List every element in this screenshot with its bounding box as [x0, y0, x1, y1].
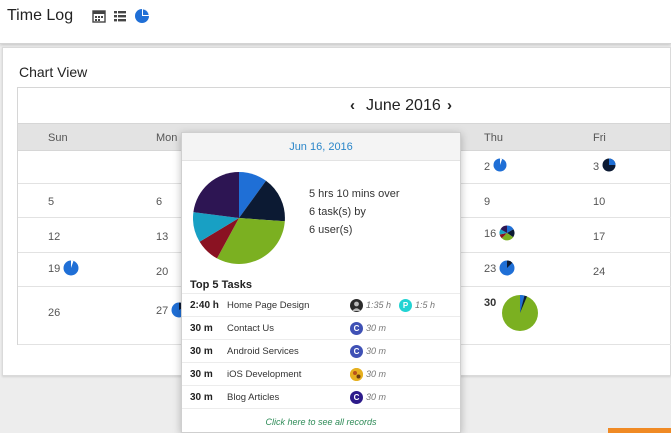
task-row[interactable]: 30 m Contact Us C 30 m	[182, 316, 460, 339]
day-cell[interactable]: 9	[484, 196, 490, 208]
user-avatar	[350, 299, 363, 312]
task-duration: 2:40 h	[190, 300, 219, 311]
day-cell[interactable]: 23	[484, 263, 496, 275]
pie-chart-icon[interactable]	[134, 8, 150, 24]
popup-summary: 5 hrs 10 mins over 6 task(s) by 6 user(s…	[309, 185, 399, 239]
see-all-records-link[interactable]: Click here to see all records	[182, 417, 460, 427]
user-time: 30 m	[366, 392, 387, 402]
day-cell[interactable]: 3	[593, 161, 599, 173]
weekday-sun: Sun	[48, 132, 68, 144]
app-title: Time Log	[7, 7, 74, 24]
calendar-header: ‹ June 2016 ›	[17, 87, 671, 123]
user-time: 30 m	[366, 323, 387, 333]
day-cell[interactable]: 17	[593, 231, 605, 243]
day-pie-chart[interactable]	[493, 158, 507, 172]
divider	[182, 408, 460, 409]
day-cell[interactable]: 10	[593, 196, 605, 208]
month-label: June 2016	[366, 97, 441, 114]
day-cell[interactable]: 2	[484, 161, 490, 173]
user-avatar: C	[350, 345, 363, 358]
day-pie-chart[interactable]	[501, 294, 539, 332]
day-cell[interactable]: 16	[484, 228, 496, 240]
summary-users: 6 user(s)	[309, 224, 353, 236]
user-avatar: C	[350, 391, 363, 404]
task-duration: 30 m	[190, 346, 213, 357]
day-cell[interactable]: 30	[484, 297, 496, 309]
user-avatar: C	[350, 322, 363, 335]
day-cell[interactable]: 12	[48, 231, 60, 243]
popup-date: Jun 16, 2016	[182, 133, 460, 161]
task-row[interactable]: 2:40 h Home Page Design 1:35 h P 1:5 h	[182, 293, 460, 316]
next-month-button[interactable]: ›	[447, 97, 452, 114]
summary-tasks: 6 task(s) by	[309, 206, 366, 218]
day-cell[interactable]: 26	[48, 307, 60, 319]
card-title: Chart View	[19, 64, 88, 80]
task-row[interactable]: 30 m iOS Development 30 m	[182, 362, 460, 385]
user-time: 30 m	[366, 346, 387, 356]
task-duration: 30 m	[190, 392, 213, 403]
user-time: 30 m	[366, 369, 387, 379]
task-row[interactable]: 30 m Blog Articles C 30 m	[182, 385, 460, 408]
day-cell[interactable]: 24	[593, 266, 605, 278]
day-cell[interactable]: 13	[156, 231, 168, 243]
prev-month-button[interactable]: ‹	[350, 97, 355, 114]
summary-hours: 5 hrs 10 mins over	[309, 188, 400, 200]
top-bar: Time Log	[0, 0, 671, 44]
day-cell[interactable]: 27	[156, 305, 168, 317]
list-icon[interactable]	[113, 9, 127, 23]
task-name: Blog Articles	[227, 392, 280, 403]
day-pie-chart[interactable]	[602, 158, 616, 172]
calendar-icon[interactable]	[92, 9, 106, 23]
day-cell[interactable]: 19	[48, 263, 60, 275]
task-name: Android Services	[227, 346, 299, 357]
top-tasks-title: Top 5 Tasks	[190, 279, 252, 291]
task-duration: 30 m	[190, 323, 213, 334]
day-pie-chart[interactable]	[499, 225, 515, 241]
weekday-mon: Mon	[156, 132, 178, 144]
day-cell[interactable]: 20	[156, 266, 168, 278]
day-pie-chart[interactable]	[63, 260, 79, 276]
day-pie-chart[interactable]	[499, 260, 515, 276]
user-time: 1:5 h	[415, 300, 436, 310]
weekday-thu: Thu	[484, 132, 503, 144]
day-cell[interactable]: 6	[156, 196, 162, 208]
task-duration: 30 m	[190, 369, 213, 380]
task-name: Home Page Design	[227, 300, 310, 311]
day-detail-popup: Jun 16, 2016 5 hrs 10 mins over 6 task(s…	[181, 132, 461, 433]
weekday-fri: Fri	[593, 132, 606, 144]
user-time: 1:35 h	[366, 300, 392, 310]
user-avatar: P	[399, 299, 412, 312]
day-cell[interactable]: 5	[48, 196, 54, 208]
task-name: iOS Development	[227, 369, 302, 380]
day-pie-chart-large	[193, 172, 285, 264]
user-avatar	[350, 368, 363, 381]
orange-footer-accent	[608, 428, 671, 433]
task-name: Contact Us	[227, 323, 274, 334]
task-row[interactable]: 30 m Android Services C 30 m	[182, 339, 460, 362]
